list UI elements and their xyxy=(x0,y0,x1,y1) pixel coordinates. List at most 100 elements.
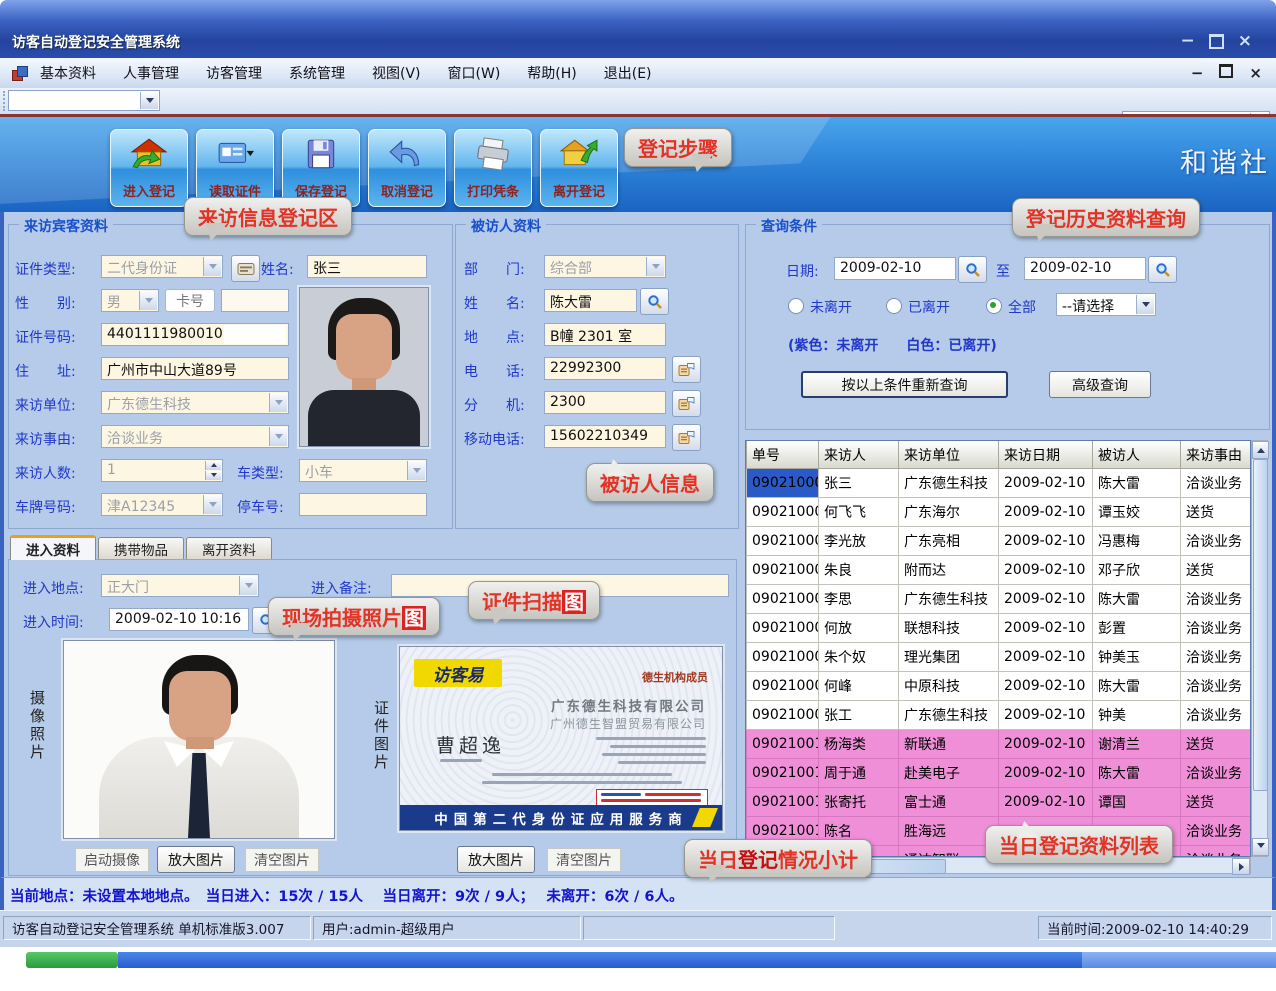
menu-help[interactable]: 帮助(H) xyxy=(527,63,576,83)
entry-loc-select[interactable]: 正大门 xyxy=(101,574,259,597)
restore-icon[interactable] xyxy=(1209,34,1224,49)
col-header[interactable]: 来访人 xyxy=(819,441,899,469)
query-select[interactable]: --请选择 xyxy=(1056,293,1156,316)
mdi-restore-icon[interactable] xyxy=(1219,64,1233,78)
table-row[interactable]: 090210008何峰中原科技2009-02-10陈大雷洽谈业务 xyxy=(747,672,1251,701)
col-header[interactable]: 单号 xyxy=(747,441,819,469)
date-from-picker-button[interactable] xyxy=(958,256,987,283)
cert-type-select[interactable]: 二代身份证 xyxy=(101,255,223,278)
radio-left[interactable] xyxy=(886,298,902,314)
tab-entry-info[interactable]: 进入资料 xyxy=(10,535,96,560)
minimize-icon[interactable]: − xyxy=(1181,31,1195,51)
status-empty xyxy=(583,916,835,940)
read-id-button[interactable]: 读取证件 xyxy=(196,129,274,207)
menu-exit[interactable]: 退出(E) xyxy=(604,63,652,83)
date-to-input[interactable]: 2009-02-10 xyxy=(1024,257,1146,280)
search-person-button[interactable] xyxy=(640,288,669,315)
radio-not-left-label: 未离开 xyxy=(810,297,852,317)
call-ext-button[interactable] xyxy=(672,390,701,417)
radio-not-left[interactable] xyxy=(788,298,804,314)
leave-register-button[interactable]: 离开登记 xyxy=(540,129,618,207)
idcard-company1: 广东德生科技有限公司 xyxy=(551,695,706,715)
menu-hr[interactable]: 人事管理 xyxy=(123,63,179,83)
visited-name-input[interactable]: 陈大雷 xyxy=(544,289,637,312)
table-row[interactable]: 090210001张三广东德生科技2009-02-10陈大雷洽谈业务 xyxy=(747,469,1251,498)
idcard-member: 德生机构成员 xyxy=(642,669,708,685)
table-row[interactable]: 090210010杨海类新联通2009-02-10谢清兰送货 xyxy=(747,730,1251,759)
company-select[interactable]: 广东德生科技 xyxy=(101,391,289,414)
undo-arrow-icon xyxy=(388,137,426,171)
scroll-right-icon[interactable] xyxy=(1232,858,1250,875)
radio-all[interactable] xyxy=(986,298,1002,314)
requery-button[interactable]: 按以上条件重新查询 xyxy=(801,371,1008,398)
dept-select[interactable]: 综合部 xyxy=(544,255,666,278)
table-vscrollbar[interactable] xyxy=(1251,440,1268,857)
count-spinner[interactable]: 1 xyxy=(101,459,223,482)
table-row[interactable]: 090210004朱良附而达2009-02-10邓子欣送货 xyxy=(747,556,1251,585)
menu-window[interactable]: 窗口(W) xyxy=(448,63,501,83)
mdi-minimize-icon[interactable]: − xyxy=(1191,64,1204,82)
menu-basic-data[interactable]: 基本资料 xyxy=(40,63,96,83)
plate-select[interactable]: 津A12345 xyxy=(101,493,223,516)
call-mobile-button[interactable] xyxy=(672,424,701,451)
mdi-close-icon[interactable]: × xyxy=(1249,64,1262,82)
card-reader-button[interactable] xyxy=(231,255,260,282)
mobile-input[interactable]: 15602210349 xyxy=(544,425,666,448)
date-to-picker-button[interactable] xyxy=(1148,256,1177,283)
table-row[interactable]: 090210003李光放广东亮相2009-02-10冯惠梅洽谈业务 xyxy=(747,527,1251,556)
park-input[interactable] xyxy=(299,493,427,516)
advanced-query-button[interactable]: 高级查询 xyxy=(1049,371,1151,398)
cert-no-input[interactable]: 4401111980010 xyxy=(101,323,289,346)
card-no-button[interactable]: 卡号 xyxy=(165,289,215,312)
card-no-input[interactable] xyxy=(221,289,289,312)
company-label: 来访单位: xyxy=(15,395,76,415)
gender-select[interactable]: 男 xyxy=(101,289,159,312)
menu-view[interactable]: 视图(V) xyxy=(372,63,421,83)
quick-combo[interactable] xyxy=(8,90,160,111)
scroll-down-icon[interactable] xyxy=(1252,838,1269,856)
table-row[interactable]: 090210009张工广东德生科技2009-02-10钟美洽谈业务 xyxy=(747,701,1251,730)
spin-up-icon[interactable] xyxy=(205,461,221,470)
table-row[interactable]: 090210005李思广东德生科技2009-02-10陈大雷洽谈业务 xyxy=(747,585,1251,614)
col-header[interactable]: 被访人 xyxy=(1093,441,1181,469)
col-header[interactable]: 来访单位 xyxy=(899,441,999,469)
chevron-down-icon xyxy=(203,257,221,276)
addr-input[interactable]: 广州市中山大道89号 xyxy=(101,357,289,380)
vscroll-thumb[interactable] xyxy=(1253,459,1268,791)
chevron-down-icon[interactable] xyxy=(140,92,158,109)
enter-register-button[interactable]: 进入登记 xyxy=(110,129,188,207)
daily-summary-text: 当前地点：未设置本地地点。 当日进入：15次 / 15人 当日离开：9次 / 9… xyxy=(10,885,683,906)
clear-photo-button[interactable]: 清空图片 xyxy=(245,848,319,872)
menu-system[interactable]: 系统管理 xyxy=(289,63,345,83)
tel-input[interactable]: 22992300 xyxy=(544,357,666,380)
table-row[interactable]: 090210011周于通赴美电子2009-02-10陈大雷洽谈业务 xyxy=(747,759,1251,788)
table-row[interactable]: 090210012张寄托富士通2009-02-10谭国送货 xyxy=(747,788,1251,817)
visitor-group-title: 来访宾客资料 xyxy=(19,216,113,236)
date-from-input[interactable]: 2009-02-10 xyxy=(834,257,956,280)
print-slip-button[interactable]: 打印凭条 xyxy=(454,129,532,207)
zoom-photo-button[interactable]: 放大图片 xyxy=(157,846,235,873)
col-header[interactable]: 来访日期 xyxy=(999,441,1093,469)
scroll-up-icon[interactable] xyxy=(1252,441,1269,459)
ext-input[interactable]: 2300 xyxy=(544,391,666,414)
tab-leave-info[interactable]: 离开资料 xyxy=(186,537,272,560)
loc-input[interactable]: B幢 2301 室 xyxy=(544,323,666,346)
save-register-button[interactable]: 保存登记 xyxy=(282,129,360,207)
tab-carried-items[interactable]: 携带物品 xyxy=(98,537,184,560)
reason-select[interactable]: 洽谈业务 xyxy=(101,425,289,448)
clear-scan-button[interactable]: 清空图片 xyxy=(547,848,621,872)
zoom-scan-button[interactable]: 放大图片 xyxy=(457,846,535,873)
table-row[interactable]: 090210007朱个奴理光集团2009-02-10钟美玉洽谈业务 xyxy=(747,643,1251,672)
col-header[interactable]: 来访事由 xyxy=(1181,441,1251,469)
car-type-select[interactable]: 小车 xyxy=(299,459,427,482)
call-tel-button[interactable] xyxy=(672,356,701,383)
spin-down-icon[interactable] xyxy=(205,471,221,480)
table-row[interactable]: 090210006何放联想科技2009-02-10彭置洽谈业务 xyxy=(747,614,1251,643)
start-camera-button[interactable]: 启动摄像 xyxy=(75,848,149,872)
entry-time-input[interactable]: 2009-02-10 10:16 xyxy=(109,608,249,631)
menu-visitor[interactable]: 访客管理 xyxy=(206,63,262,83)
visitor-name-input[interactable]: 张三 xyxy=(307,255,427,278)
close-icon[interactable]: × xyxy=(1238,31,1252,51)
table-row[interactable]: 090210002何飞飞广东海尔2009-02-10谭玉姣送货 xyxy=(747,498,1251,527)
cancel-register-button[interactable]: 取消登记 xyxy=(368,129,446,207)
